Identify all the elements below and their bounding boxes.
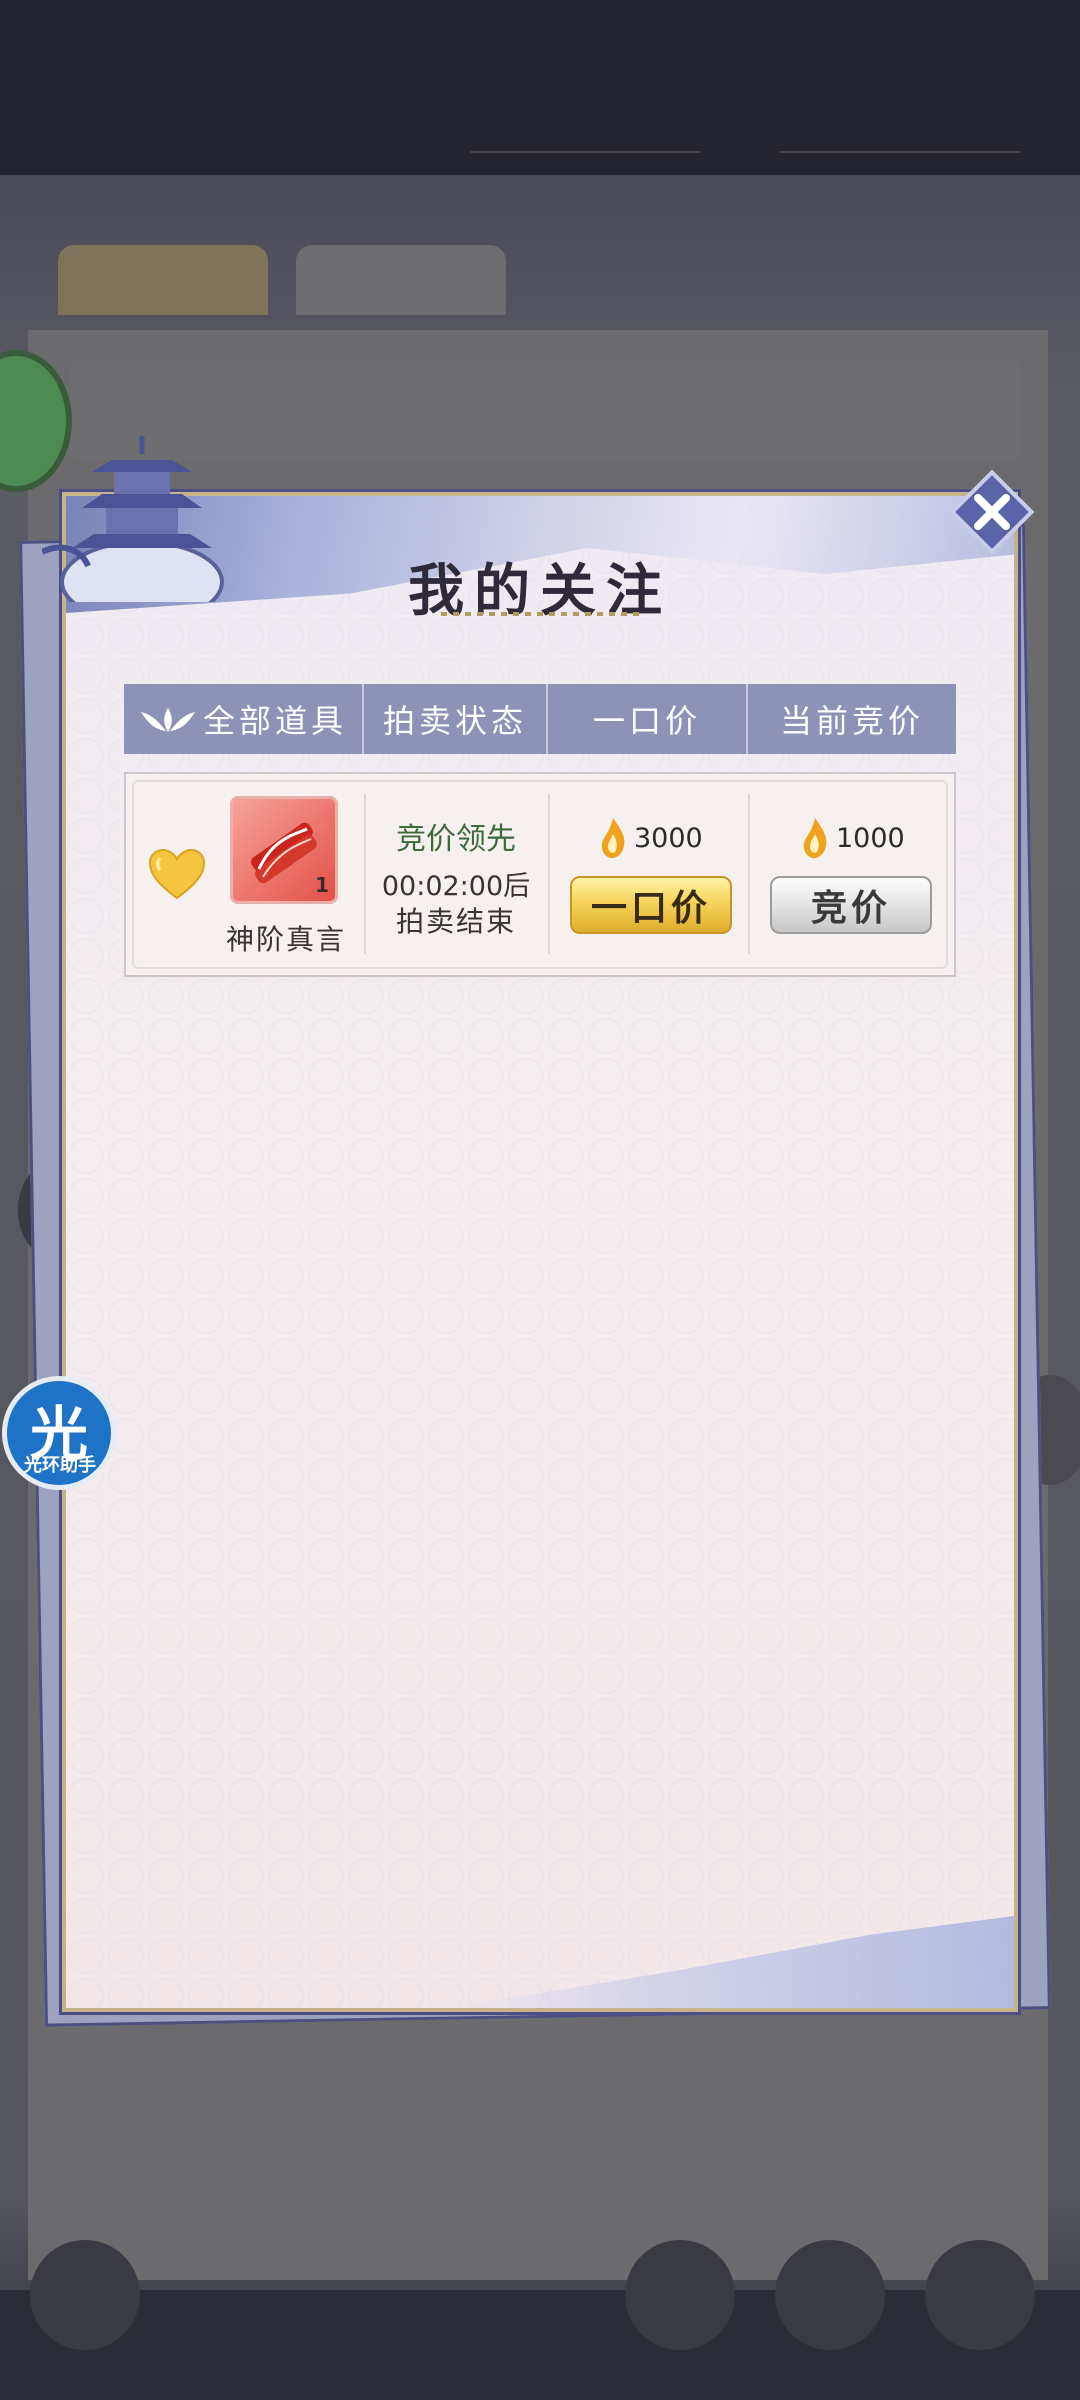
item-icon[interactable]: 1 [230,796,338,904]
status-leading: 竞价领先 [396,822,516,857]
background-nav-icon-1 [625,2240,735,2350]
background-tab-1 [58,245,268,315]
close-icon[interactable] [950,470,1034,554]
heart-icon[interactable] [148,848,206,900]
pagoda-icon [42,436,224,602]
table-row: 1 神阶真言 竞价领先 00:02:00后 拍卖结束 3000 一口价 1000 [124,772,956,977]
header-all-items[interactable]: 全部道具 [124,684,364,754]
current-bid-price: 1000 [800,816,905,860]
flame-currency-icon [803,818,827,859]
helper-label: 光环助手 [24,1455,96,1476]
flame-currency-icon [601,818,625,859]
background-resource-1 [470,105,700,153]
background-back-icon [30,2240,140,2350]
background-resource-2 [780,105,1020,153]
table-header: 全部道具 拍卖状态 一口价 当前竞价 [124,684,956,754]
background-nav-icon-2 [775,2240,885,2350]
lotus-icon [140,708,195,732]
background-nav-icon-3 [925,2240,1035,2350]
item-count: 1 [315,873,329,897]
bid-button[interactable]: 竞价 [770,876,932,934]
current-bid-value: 1000 [836,822,905,854]
row-divider [548,794,550,954]
buyout-price-value: 3000 [634,822,703,854]
dialog-paper: 我的关注 全部道具 拍卖状态 一口价 当前竞价 1 神阶真言 竞价领先 00:0… [62,492,1018,2012]
header-label: 全部道具 [202,702,347,740]
header-buyout-price: 一口价 [548,684,748,754]
header-auction-status: 拍卖状态 [364,684,548,754]
status-countdown: 00:02:00后 [381,871,531,902]
item-name: 神阶真言 [225,923,346,956]
background-row [80,2040,1000,2170]
buyout-price: 3000 [598,816,703,860]
status-auction-end: 拍卖结束 [395,905,516,938]
buyout-button[interactable]: 一口价 [570,876,732,934]
title-underline [441,612,641,616]
background-tab-2 [296,245,506,315]
halo-helper-button[interactable]: 光 光环助手 [2,1376,116,1490]
background-bottom-bar [0,2290,1080,2400]
header-current-bid: 当前竞价 [779,702,924,740]
my-watchlist-dialog: 我的关注 全部道具 拍卖状态 一口价 当前竞价 1 神阶真言 竞价领先 00:0… [19,436,1051,2027]
row-divider [748,794,750,954]
